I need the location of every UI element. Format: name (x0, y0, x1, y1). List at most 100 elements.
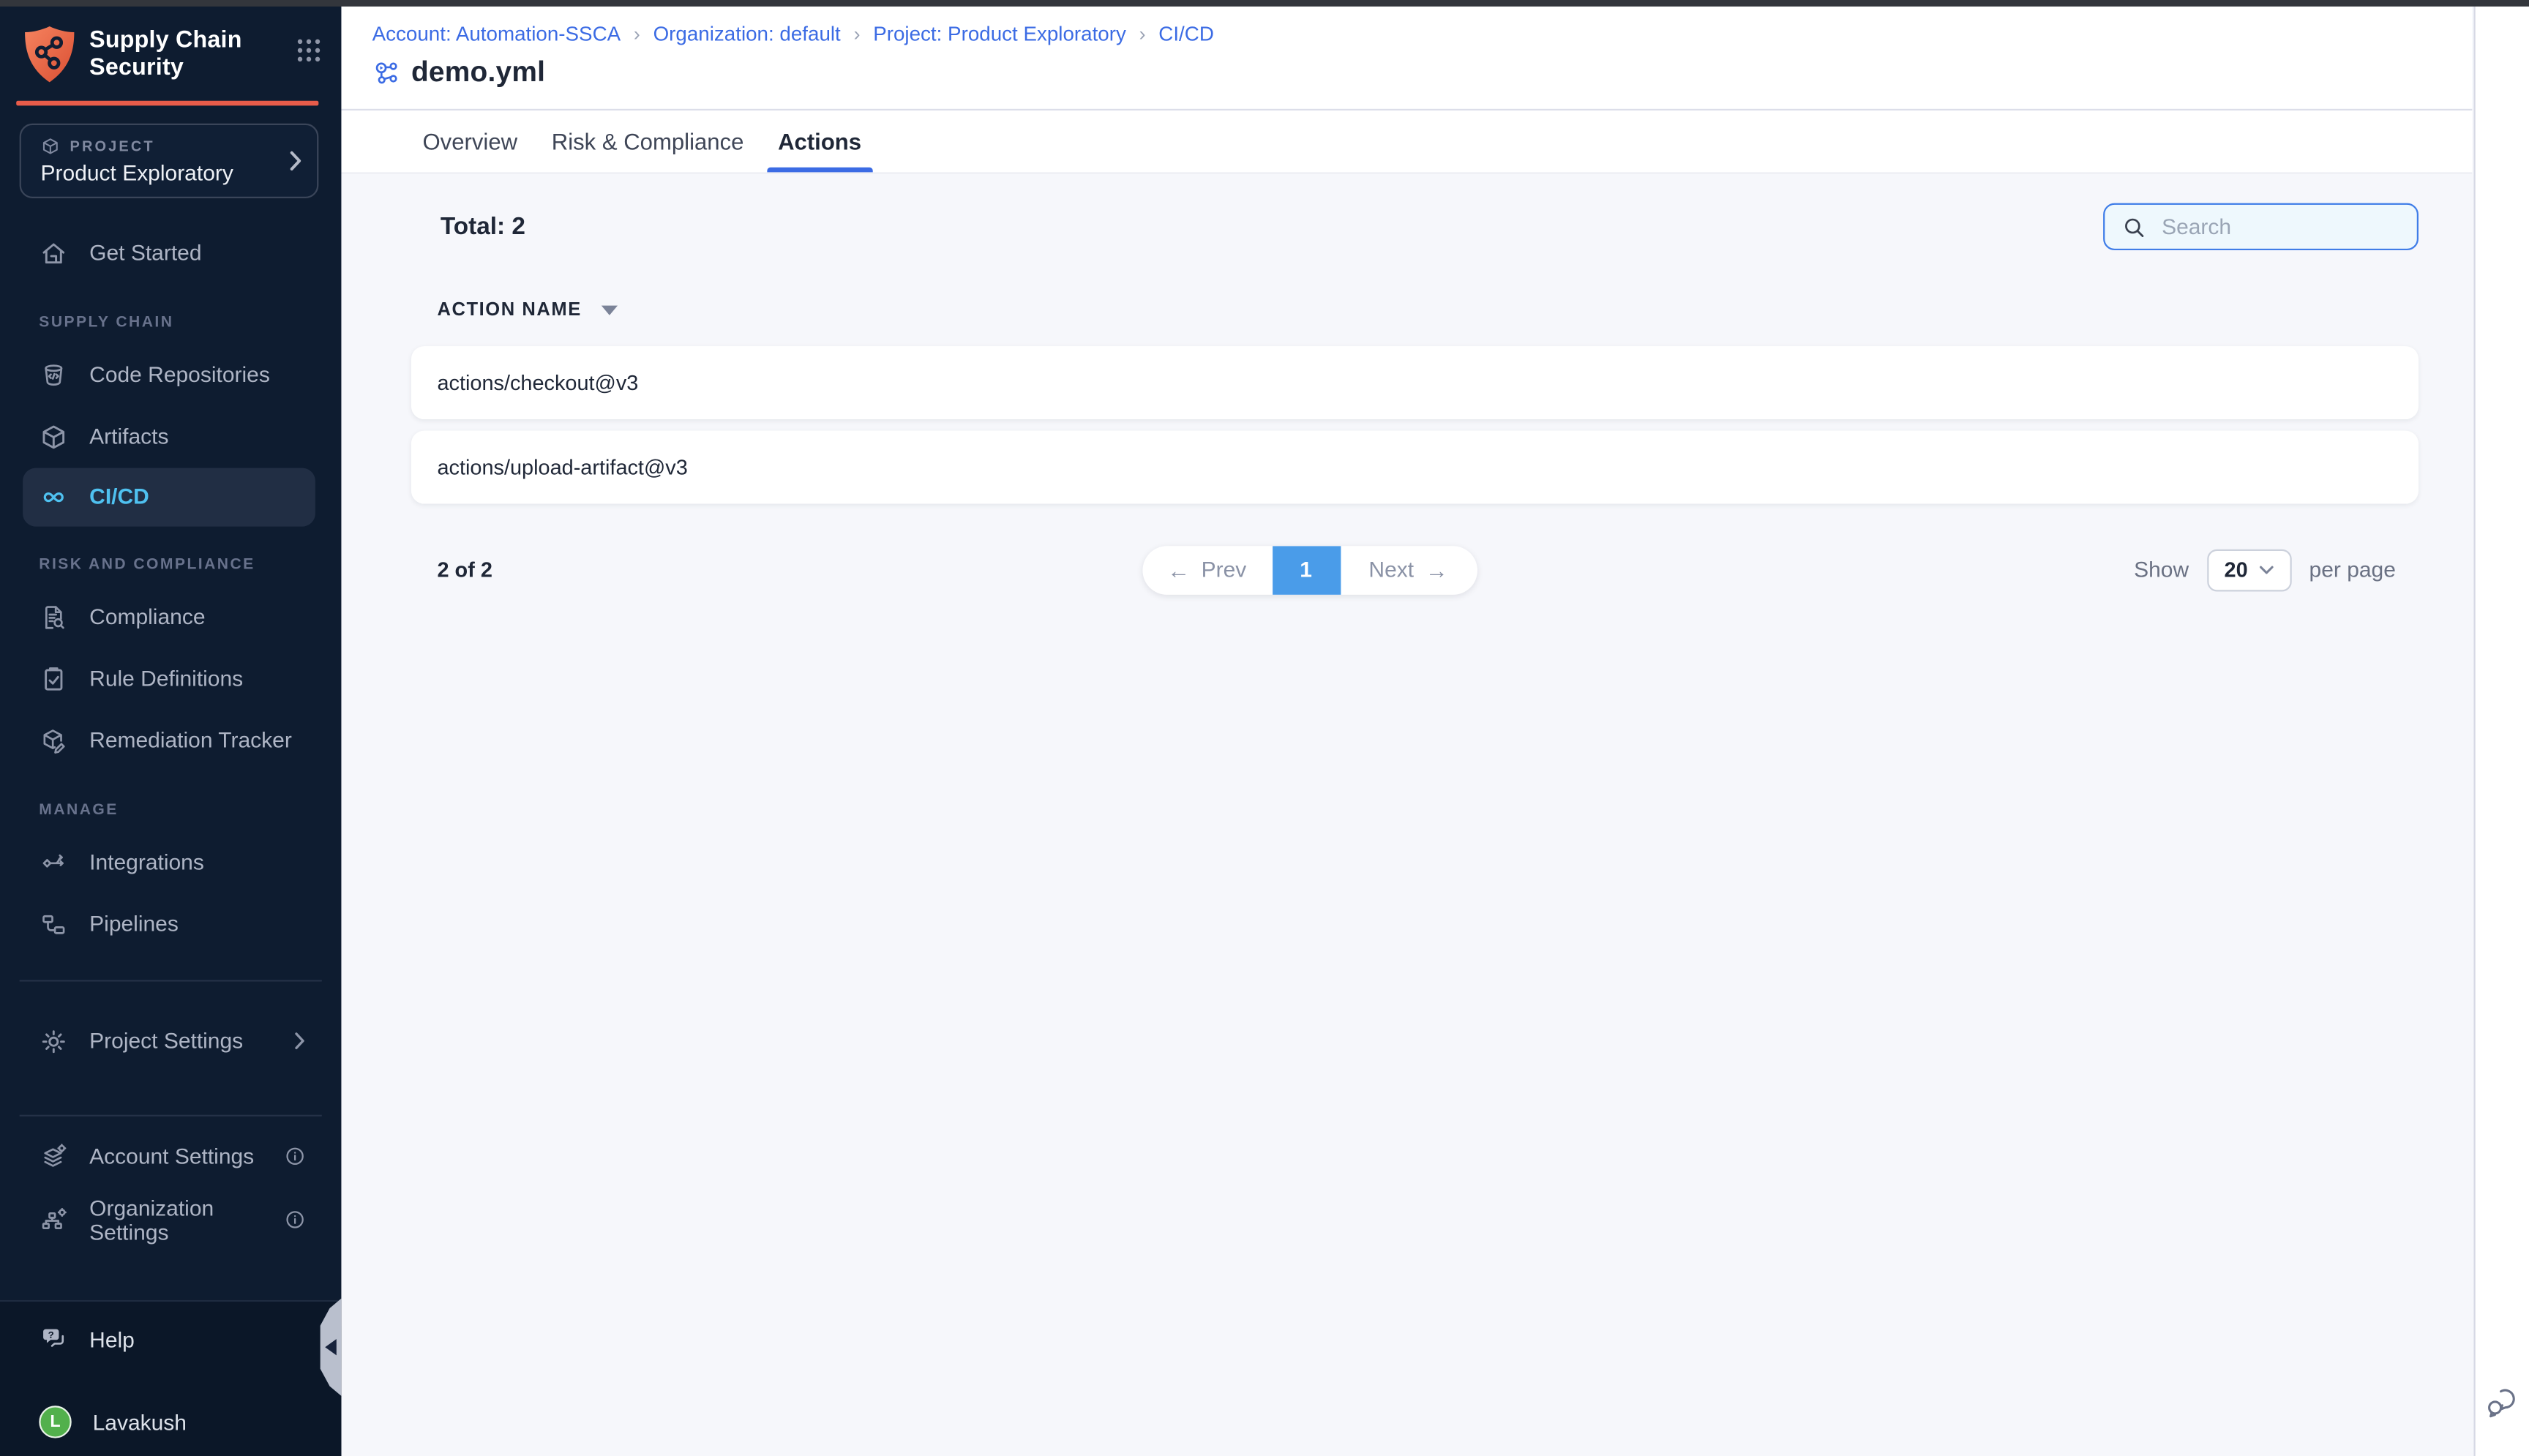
home-icon (39, 238, 68, 267)
show-label: Show (2134, 558, 2189, 582)
table-row[interactable]: actions/upload-artifact@v3 (411, 429, 2419, 503)
table-column-header: ACTION NAME (437, 300, 2419, 321)
tab-bar: Overview Risk & Compliance Actions (341, 110, 2472, 173)
help-button[interactable]: ? Help (0, 1308, 341, 1370)
sidebar-item-label: Artifacts (89, 424, 168, 449)
cube-icon (41, 135, 61, 155)
sidebar-nav: Get Started SUPPLY CHAIN Code Repositori… (0, 198, 341, 955)
chevron-separator-icon: › (634, 22, 640, 45)
next-label: Next (1368, 558, 1414, 582)
pagination-bar: 2 of 2 ← Prev 1 Next → Show 20 (411, 545, 2419, 594)
tab-overview[interactable]: Overview (422, 110, 517, 171)
artifacts-icon (39, 421, 68, 451)
pager: ← Prev 1 Next → (1142, 545, 1477, 594)
layers-gear-icon (39, 1141, 68, 1171)
page-header: Account: Automation-SSCA › Organization:… (341, 7, 2472, 173)
brand-header: Supply Chain Security (23, 24, 322, 84)
breadcrumb-title-block: Account: Automation-SSCA › Organization:… (341, 7, 2472, 110)
action-name-header[interactable]: ACTION NAME (437, 301, 581, 320)
sidebar-footer: ? Help L Lavakush (0, 1300, 341, 1456)
shield-logo-icon (23, 24, 76, 84)
search-icon (2123, 215, 2146, 238)
chat-bubbles-icon[interactable] (2484, 1386, 2521, 1421)
sidebar-item-rule-definitions[interactable]: Rule Definitions (0, 648, 341, 709)
gear-icon (39, 1027, 68, 1056)
user-menu[interactable]: L Lavakush (0, 1391, 341, 1452)
breadcrumb-project-link[interactable]: Project: Product Exploratory (873, 22, 1126, 45)
pipelines-icon (39, 909, 68, 939)
sidebar-item-organization-settings[interactable]: Organization Settings (0, 1189, 341, 1250)
workflow-file-icon (372, 58, 402, 87)
per-page-label: per page (2309, 558, 2396, 582)
info-icon[interactable] (285, 1146, 306, 1167)
app-grid-icon[interactable] (296, 37, 322, 64)
sidebar-item-cicd[interactable]: CI/CD (23, 468, 315, 526)
section-label-manage: MANAGE (39, 800, 341, 818)
sort-desc-icon[interactable] (601, 306, 617, 315)
main-area: Account: Automation-SSCA › Organization:… (341, 7, 2529, 1456)
chevron-separator-icon: › (854, 22, 861, 45)
svg-text:?: ? (48, 1329, 54, 1340)
avatar: L (39, 1406, 71, 1438)
code-repo-icon (39, 360, 68, 389)
breadcrumb-cicd-link[interactable]: CI/CD (1158, 22, 1214, 45)
current-page-button[interactable]: 1 (1272, 545, 1340, 594)
remediation-icon (39, 726, 68, 755)
total-count: Total: 2 (441, 213, 525, 241)
sidebar-item-label: Remediation Tracker (89, 728, 292, 752)
chevron-separator-icon: › (1139, 22, 1146, 45)
page-size-select[interactable]: 20 (2207, 549, 2291, 591)
sidebar-item-label: Account Settings (89, 1144, 254, 1168)
breadcrumb-account-link[interactable]: Account: Automation-SSCA (372, 22, 621, 45)
help-label: Help (89, 1327, 135, 1351)
prev-page-button[interactable]: ← Prev (1142, 545, 1272, 594)
tab-actions[interactable]: Actions (778, 110, 861, 171)
sidebar-item-project-settings[interactable]: Project Settings (0, 1010, 341, 1071)
app-root: Supply Chain Security PROJECT (0, 0, 2529, 1456)
page-title: demo.yml (411, 56, 545, 90)
sidebar-item-integrations[interactable]: Integrations (0, 831, 341, 893)
actions-content: Total: 2 ACTION NAME actions/checkout@v3 (341, 175, 2472, 1456)
page-size-control: Show 20 per page (2134, 549, 2396, 591)
chevron-right-icon (294, 1032, 306, 1049)
sidebar-item-label: Code Repositories (89, 362, 270, 386)
breadcrumb-organization-link[interactable]: Organization: default (653, 22, 841, 45)
tab-risk-compliance[interactable]: Risk & Compliance (552, 110, 744, 171)
sidebar-item-get-started[interactable]: Get Started (0, 222, 341, 283)
prev-label: Prev (1202, 558, 1247, 582)
project-label: PROJECT (70, 138, 155, 154)
action-name-cell: actions/upload-artifact@v3 (437, 454, 687, 479)
sidebar-item-label: Compliance (89, 604, 205, 628)
sidebar-divider (20, 979, 322, 980)
sidebar-divider (20, 1114, 322, 1116)
next-page-button[interactable]: Next → (1340, 545, 1477, 594)
sidebar-item-pipelines[interactable]: Pipelines (0, 893, 341, 954)
page-summary: 2 of 2 (437, 558, 492, 582)
page-size-value: 20 (2225, 558, 2248, 582)
sidebar-item-code-repositories[interactable]: Code Repositories (0, 344, 341, 405)
collapse-arrow-icon (324, 1339, 336, 1355)
integrations-icon (39, 847, 68, 877)
sidebar-item-compliance[interactable]: Compliance (0, 586, 341, 648)
breadcrumb: Account: Automation-SSCA › Organization:… (372, 21, 2473, 45)
brand-accent-divider (16, 101, 318, 105)
sidebar-item-account-settings[interactable]: Account Settings (0, 1125, 341, 1187)
chevron-right-icon (289, 150, 302, 170)
sidebar-item-label: Project Settings (89, 1029, 243, 1053)
project-selector[interactable]: PROJECT Product Exploratory (20, 123, 319, 198)
sidebar-item-label: Organization Settings (89, 1196, 263, 1245)
sidebar-item-label: Pipelines (89, 912, 179, 936)
brand-title: Supply Chain Security (89, 24, 241, 83)
help-chat-icon: ? (39, 1324, 68, 1354)
project-name: Product Exploratory (41, 160, 275, 184)
section-label-supply-chain: SUPPLY CHAIN (39, 313, 341, 331)
sidebar-item-artifacts[interactable]: Artifacts (0, 405, 341, 467)
rule-definitions-icon (39, 664, 68, 693)
search-input[interactable] (2159, 213, 2386, 241)
cicd-icon (39, 482, 68, 511)
info-icon[interactable] (285, 1209, 306, 1230)
table-row[interactable]: actions/checkout@v3 (411, 345, 2419, 419)
sidebar-item-remediation-tracker[interactable]: Remediation Tracker (0, 710, 341, 771)
arrow-right-icon: → (1425, 557, 1448, 583)
arrow-left-icon: ← (1167, 557, 1190, 583)
